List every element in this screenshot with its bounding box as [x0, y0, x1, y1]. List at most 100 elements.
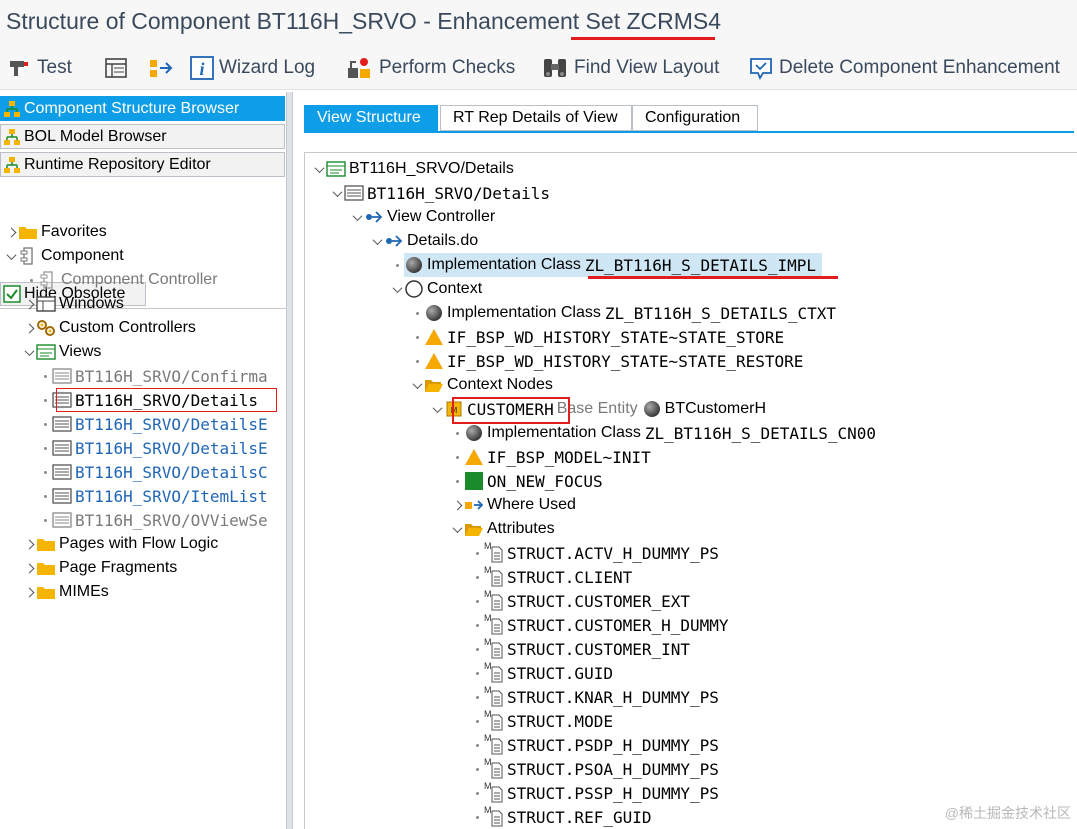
expand-toggle[interactable] [450, 500, 464, 510]
expand-toggle[interactable] [370, 234, 384, 245]
chevron-down-icon [352, 210, 362, 221]
expand-toggle[interactable] [312, 162, 326, 173]
view-item-label: BT116H_SRVO/DetailsE [75, 438, 268, 458]
leaf-marker [470, 551, 484, 555]
leaf-marker [450, 455, 464, 459]
chevron-down-icon [412, 378, 422, 389]
implementation-class-value: ZL_BT116H_S_DETAILS_CTXT [604, 303, 837, 323]
tree-node-pages-with-flow-logic[interactable]: Pages with Flow Logic [22, 532, 218, 556]
layout-button[interactable] [104, 54, 133, 82]
expand-toggle[interactable] [22, 539, 36, 549]
attribute-item[interactable]: M STRUCT.KNAR_H_DUMMY_PS [470, 685, 719, 709]
entity-icon [642, 399, 662, 419]
expand-toggle[interactable] [4, 227, 18, 237]
runtime-repository-editor-button[interactable]: Runtime Repository Editor [0, 152, 285, 177]
tree-node-where-used[interactable]: Where Used [450, 493, 576, 517]
tree-node-implementation-class[interactable]: Implementation Class ZL_BT116H_S_DETAILS… [390, 253, 823, 277]
attribute-marker: M [484, 541, 492, 551]
class-icon [424, 303, 444, 323]
leaf-marker [410, 359, 424, 363]
test-button[interactable]: Test [8, 54, 72, 82]
expand-toggle[interactable] [4, 249, 18, 260]
leaf-marker [470, 623, 484, 627]
attribute-item[interactable]: M STRUCT.PSDP_H_DUMMY_PS [470, 733, 719, 757]
tree-node-method-state-store[interactable]: IF_BSP_WD_HISTORY_STATE~STATE_STORE [410, 325, 784, 349]
expand-toggle[interactable] [450, 522, 464, 533]
delete-component-enhancement-button[interactable]: Delete Component Enhancement [748, 54, 1060, 82]
tree-node-favorites[interactable]: Favorites [4, 220, 107, 244]
attribute-doc-icon: M [484, 637, 504, 659]
attribute-item[interactable]: M STRUCT.ACTV_H_DUMMY_PS [470, 541, 719, 565]
tree-node-root[interactable]: BT116H_SRVO/Details [312, 157, 514, 181]
attribute-label: STRUCT.PSSP_H_DUMMY_PS [507, 783, 719, 803]
expand-toggle[interactable] [350, 210, 364, 221]
expand-toggle[interactable] [22, 563, 36, 573]
component-structure-browser-button[interactable]: Component Structure Browser [0, 96, 285, 121]
tree-node-node-implementation-class[interactable]: Implementation Class ZL_BT116H_S_DETAILS… [450, 421, 876, 445]
tab-view-structure[interactable]: View Structure [304, 105, 438, 131]
attribute-doc-icon: M [484, 757, 504, 779]
expand-toggle[interactable] [430, 402, 444, 413]
expand-toggle[interactable] [22, 587, 36, 597]
tab-configuration[interactable]: Configuration [632, 105, 758, 131]
expand-toggle[interactable] [390, 282, 404, 293]
expand-toggle[interactable] [330, 186, 344, 197]
attribute-item[interactable]: M STRUCT.CUSTOMER_H_DUMMY [470, 613, 729, 637]
tree-node-component[interactable]: Component [4, 244, 124, 268]
leaf-marker [24, 278, 38, 282]
view-root-icon [326, 159, 346, 179]
attribute-item[interactable]: M STRUCT.PSOA_H_DUMMY_PS [470, 757, 719, 781]
attribute-marker: M [484, 613, 492, 623]
leaf-marker [470, 695, 484, 699]
view-item[interactable]: BT116H_SRVO/Confirma [38, 364, 268, 388]
tree-node-context[interactable]: Context [390, 277, 482, 301]
tree-node-method-state-restore[interactable]: IF_BSP_WD_HISTORY_STATE~STATE_RESTORE [410, 349, 803, 373]
tree-node-component-controller[interactable]: Component Controller [24, 268, 218, 292]
attribute-item[interactable]: M STRUCT.PSSP_H_DUMMY_PS [470, 781, 719, 805]
attribute-item[interactable]: M STRUCT.REF_GUID [470, 805, 652, 829]
tree-node-context-nodes[interactable]: Context Nodes [410, 373, 553, 397]
view-item[interactable]: BT116H_SRVO/OVViewSe [38, 508, 268, 532]
bol-model-browser-button[interactable]: BOL Model Browser [0, 124, 285, 149]
view-controller-label: View Controller [387, 208, 496, 225]
tree-node-windows[interactable]: Windows [22, 292, 124, 316]
expand-toggle[interactable] [22, 299, 36, 309]
attribute-marker: M [484, 565, 492, 575]
find-view-layout-button[interactable]: Find View Layout [541, 54, 719, 82]
leaf-marker [470, 815, 484, 819]
leaf-marker [470, 599, 484, 603]
view-item[interactable]: BT116H_SRVO/DetailsC [38, 460, 268, 484]
view-item[interactable]: BT116H_SRVO/ItemList [38, 484, 268, 508]
structure-icon [4, 156, 20, 173]
pane-splitter[interactable] [286, 92, 293, 829]
tree-node-details-do[interactable]: Details.do [370, 229, 478, 253]
tab-rt-rep-details[interactable]: RT Rep Details of View [440, 105, 632, 131]
tree-node-views[interactable]: Views [22, 340, 101, 364]
tree-node-method-model-init[interactable]: IF_BSP_MODEL~INIT [450, 445, 651, 469]
tree-node-page-fragments[interactable]: Page Fragments [22, 556, 177, 580]
tree-node-attributes[interactable]: Attributes [450, 517, 555, 541]
tree-node-custom-controllers[interactable]: Custom Controllers [22, 316, 196, 340]
hierarchy-button[interactable] [148, 54, 179, 82]
tree-node-method-on-new-focus[interactable]: ON_NEW_FOCUS [450, 469, 603, 493]
hierarchy-icon [150, 60, 173, 77]
tree-node-view[interactable]: BT116H_SRVO/Details [330, 181, 550, 205]
attribute-item[interactable]: M STRUCT.MODE [470, 709, 613, 733]
view-item[interactable]: BT116H_SRVO/DetailsE [38, 412, 268, 436]
view-item[interactable]: BT116H_SRVO/DetailsE [38, 436, 268, 460]
tree-node-mimes[interactable]: MIMEs [22, 580, 109, 604]
expand-toggle[interactable] [22, 323, 36, 333]
tree-node-context-implementation-class[interactable]: Implementation Class ZL_BT116H_S_DETAILS… [410, 301, 836, 325]
expand-toggle[interactable] [22, 345, 36, 356]
view-label: BT116H_SRVO/Details [367, 183, 551, 203]
wizard-log-button[interactable]: i Wizard Log [190, 54, 315, 82]
leaf-marker [38, 470, 52, 474]
view-item-label: BT116H_SRVO/Confirma [75, 366, 268, 386]
attribute-item[interactable]: M STRUCT.CLIENT [470, 565, 632, 589]
attribute-item[interactable]: M STRUCT.GUID [470, 661, 613, 685]
tree-node-view-controller[interactable]: View Controller [350, 205, 495, 229]
perform-checks-button[interactable]: Perform Checks [346, 54, 515, 82]
attribute-item[interactable]: M STRUCT.CUSTOMER_INT [470, 637, 690, 661]
attribute-item[interactable]: M STRUCT.CUSTOMER_EXT [470, 589, 690, 613]
expand-toggle[interactable] [410, 378, 424, 389]
